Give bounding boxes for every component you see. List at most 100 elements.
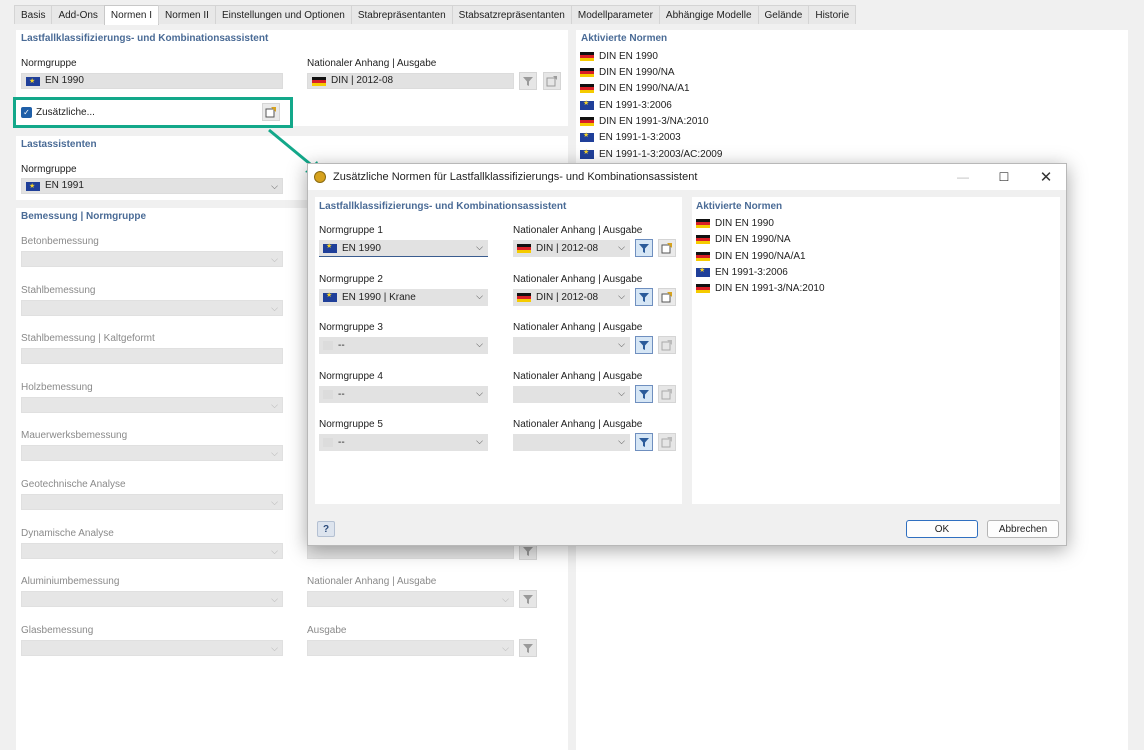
edit-standards-icon xyxy=(661,292,672,303)
dialog-left-title: Lastfallklassifizierungs- und Kombinatio… xyxy=(319,201,567,212)
normgruppe-5-combo[interactable]: -- ⌵ xyxy=(319,434,488,451)
national-combo[interactable]: DIN | 2012-08 xyxy=(307,73,514,89)
tab-modellparameter[interactable]: Modellparameter xyxy=(570,5,660,24)
dialog-title: Zusätzliche Normen für Lastfallklassifiz… xyxy=(333,171,698,183)
additional-standards-dialog: Zusätzliche Normen für Lastfallklassifiz… xyxy=(307,163,1067,546)
bemessung-combo[interactable]: ⌵ xyxy=(21,494,283,510)
bemessung-item-label: Glasbemessung xyxy=(21,625,94,636)
standard-list-item: DIN EN 1990/NA/A1 xyxy=(580,83,690,94)
standard-list-item: DIN EN 1990/NA/A1 xyxy=(696,251,806,262)
normgruppe-3-combo[interactable]: -- ⌵ xyxy=(319,337,488,354)
chevron-down-icon: ⌵ xyxy=(271,546,278,556)
lastassistenten-title: Lastassistenten xyxy=(21,139,97,150)
filter-icon xyxy=(639,438,649,447)
standard-list-item: EN 1991-1-3:2003/AC:2009 xyxy=(580,148,722,160)
app-icon xyxy=(314,171,326,183)
ok-button[interactable]: OK xyxy=(906,520,978,538)
edit-standards-button[interactable] xyxy=(658,336,676,354)
chevron-down-icon: ⌵ xyxy=(476,388,483,398)
tab-gelaende[interactable]: Gelände xyxy=(757,5,810,24)
chevron-down-icon: ⌵ xyxy=(271,254,278,264)
chevron-down-icon: ⌵ xyxy=(618,388,625,398)
edit-standards-button[interactable] xyxy=(658,288,676,306)
normgruppe-3-label: Normgruppe 3 xyxy=(319,322,383,333)
chevron-down-icon: ⌵ xyxy=(271,448,278,458)
edit-standards-button[interactable] xyxy=(658,385,676,403)
normgruppe-4-combo[interactable]: -- ⌵ xyxy=(319,386,488,403)
bemessung-item-label: Mauerwerksbemessung xyxy=(21,430,128,441)
standard-list-item: EN 1991-3:2006 xyxy=(580,99,672,111)
filter-button[interactable] xyxy=(635,385,653,403)
filter-icon xyxy=(639,341,649,350)
de-flag-icon xyxy=(696,284,710,293)
national-4-combo[interactable]: ⌵ xyxy=(513,386,630,403)
filter-button[interactable] xyxy=(635,336,653,354)
edit-standards-button[interactable] xyxy=(658,239,676,257)
bemessung-combo[interactable]: ⌵ xyxy=(21,397,283,413)
de-flag-icon xyxy=(580,68,594,77)
bemessung-combo[interactable]: ⌵ xyxy=(21,591,283,607)
bemessung-item-label: Aluminiumbemessung xyxy=(21,576,120,587)
filter-icon xyxy=(523,595,533,604)
edit-standards-icon xyxy=(661,437,672,448)
cancel-button[interactable]: Abbrechen xyxy=(987,520,1059,538)
tab-abhaengige-modelle[interactable]: Abhängige Modelle xyxy=(658,5,759,24)
normgruppe-1-label: Normgruppe 1 xyxy=(319,225,383,236)
standard-list-item: EN 1991-1-3:2003 xyxy=(580,131,681,143)
tab-add-ons[interactable]: Add-Ons xyxy=(51,5,105,24)
filter-button[interactable] xyxy=(519,72,537,90)
alu-national-label: Nationaler Anhang | Ausgabe xyxy=(307,576,437,587)
bemessung-combo[interactable] xyxy=(21,348,283,364)
tab-basis[interactable]: Basis xyxy=(14,5,53,24)
help-button[interactable]: ? xyxy=(317,521,335,537)
filter-icon xyxy=(639,244,649,253)
close-icon[interactable]: ✕ xyxy=(1036,168,1056,186)
bemessung-combo[interactable]: ⌵ xyxy=(21,445,283,461)
tab-einstellungen[interactable]: Einstellungen und Optionen xyxy=(214,5,352,24)
national-3-combo[interactable]: ⌵ xyxy=(513,337,630,354)
filter-icon xyxy=(523,77,533,86)
national-1-label: Nationaler Anhang | Ausgabe xyxy=(513,225,643,236)
bemessung-combo[interactable]: ⌵ xyxy=(21,300,283,316)
maximize-icon[interactable]: ☐ xyxy=(994,168,1014,186)
highlight-frame xyxy=(13,97,293,128)
filter-button[interactable] xyxy=(635,288,653,306)
normgruppe-combo[interactable]: EN 1990 xyxy=(21,73,283,89)
tab-stabrepraesentanten[interactable]: Stabrepräsentanten xyxy=(350,5,453,24)
tab-bar: Basis Add-Ons Normen I Normen II Einstel… xyxy=(14,5,857,25)
tab-historie[interactable]: Historie xyxy=(808,5,857,24)
bemessung-combo[interactable]: ⌵ xyxy=(21,543,283,559)
glas-ausgabe-combo[interactable]: ⌵ xyxy=(307,640,514,656)
filter-button[interactable] xyxy=(519,639,537,657)
filter-button[interactable] xyxy=(635,239,653,257)
chevron-down-icon: ⌵ xyxy=(618,436,625,446)
de-flag-icon xyxy=(580,84,594,93)
bemessung-item-label: Stahlbemessung xyxy=(21,285,96,296)
national-5-combo[interactable]: ⌵ xyxy=(513,434,630,451)
de-flag-icon xyxy=(696,252,710,261)
bemessung-item-label: Dynamische Analyse xyxy=(21,528,114,539)
bemessung-combo[interactable]: ⌵ xyxy=(21,251,283,267)
bemessung-title: Bemessung | Normgruppe xyxy=(21,211,147,222)
tab-stabsatzrepraesentanten[interactable]: Stabsatzrepräsentanten xyxy=(451,5,572,24)
filter-button[interactable] xyxy=(519,590,537,608)
normgruppe-1-combo[interactable]: EN 1990⌵ xyxy=(319,240,488,257)
standard-list-item: DIN EN 1990/NA xyxy=(696,234,791,245)
bemessung-combo[interactable]: ⌵ xyxy=(21,640,283,656)
normgruppe-label: Normgruppe xyxy=(21,58,77,69)
national-2-combo[interactable]: DIN | 2012-08 ⌵ xyxy=(513,289,630,306)
alu-national-combo[interactable]: ⌵ xyxy=(307,591,514,607)
bemessung-item-label: Holzbemessung xyxy=(21,382,93,393)
lastassistenten-normgruppe-combo[interactable]: EN 1991 ⌵ xyxy=(21,178,283,194)
edit-standards-button[interactable] xyxy=(658,433,676,451)
tab-normen-ii[interactable]: Normen II xyxy=(158,5,216,24)
chevron-down-icon: ⌵ xyxy=(618,242,625,252)
edit-standards-button[interactable] xyxy=(543,72,561,90)
normgruppe-2-combo[interactable]: EN 1990 | Krane⌵ xyxy=(319,289,488,306)
tab-normen-i[interactable]: Normen I xyxy=(103,5,160,25)
national-1-combo[interactable]: DIN | 2012-08 ⌵ xyxy=(513,240,630,257)
national-4-label: Nationaler Anhang | Ausgabe xyxy=(513,371,643,382)
minimize-icon[interactable]: — xyxy=(953,168,973,186)
chevron-down-icon: ⌵ xyxy=(271,643,278,653)
filter-button[interactable] xyxy=(635,433,653,451)
